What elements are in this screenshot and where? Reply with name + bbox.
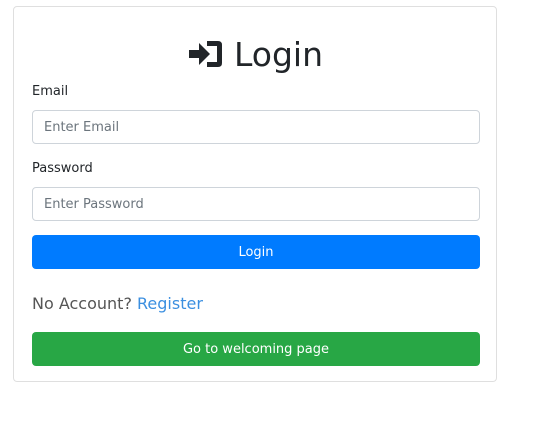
register-link[interactable]: Register xyxy=(137,294,203,313)
email-label: Email xyxy=(32,84,69,99)
register-line: No Account? Register xyxy=(32,294,203,313)
welcome-page-button[interactable]: Go to welcoming page xyxy=(32,332,480,366)
login-button[interactable]: Login xyxy=(32,235,480,269)
no-account-text: No Account? xyxy=(32,294,132,313)
password-label: Password xyxy=(32,161,93,176)
login-card: Login Email Password Login No Account? R… xyxy=(13,6,497,382)
page-title: Login xyxy=(14,32,496,76)
sign-in-icon xyxy=(187,39,224,69)
title-text: Login xyxy=(233,34,324,74)
email-input[interactable] xyxy=(32,110,480,144)
password-input[interactable] xyxy=(32,187,480,221)
